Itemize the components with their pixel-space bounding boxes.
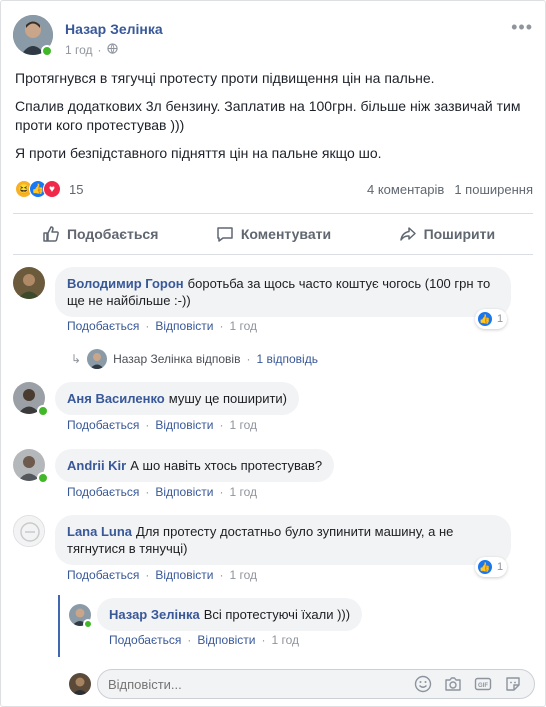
post-body: Протягнувся в тягучці протесту проти під…	[15, 69, 525, 172]
share-button-label: Поширити	[423, 226, 496, 242]
reply-thread-line	[58, 595, 60, 657]
comment-actions: Подобається · Відповісти · 1 год	[67, 485, 257, 499]
post-paragraph: Протягнувся в тягучці протесту проти під…	[15, 70, 435, 86]
reply-actions: Подобається · Відповісти · 1 год	[109, 633, 299, 647]
post-paragraph: Спалив додаткових 3л бензину. Заплатив н…	[15, 98, 521, 133]
comment-timestamp[interactable]: 1 год	[229, 319, 257, 333]
reply-like-link[interactable]: Подобається	[109, 633, 181, 647]
comment-author[interactable]: Andrii Kir	[67, 458, 126, 473]
svg-text:GIF: GIF	[478, 683, 488, 689]
reply-text: Всі протестуючі їхали )))	[203, 607, 351, 622]
shares-count-link[interactable]: 1 поширення	[454, 182, 533, 197]
comment-bubble: Andrii Kir А шо навіть хтось протестував?	[55, 449, 335, 482]
post-author-name[interactable]: Назар Зелінка	[65, 21, 163, 37]
post-header: Назар Зелінка 1 год · •••	[13, 15, 533, 61]
comment-reactions[interactable]: 👍 1	[475, 309, 508, 329]
post-timestamp[interactable]: 1 год	[65, 43, 93, 57]
comment-bubble: Lana Luna Для протесту достатньо було зуп…	[55, 515, 511, 565]
reply-author-name: Назар Зелінка	[113, 352, 193, 366]
comment-like-link[interactable]: Подобається	[67, 319, 139, 333]
comment-like-count: 1	[497, 561, 504, 573]
comment-button[interactable]: Коментувати	[186, 214, 359, 254]
comment-reply-link[interactable]: Відповісти	[155, 485, 213, 499]
comment-reactions[interactable]: 👍 1	[475, 557, 508, 577]
post-actions: Подобається Коментувати Поширити	[13, 213, 533, 255]
reply-reply-link[interactable]: Відповісти	[197, 633, 255, 647]
comment-text: мушу це поширити)	[168, 391, 287, 406]
feed-post: Назар Зелінка 1 год · ••• Протягнувся в …	[0, 0, 546, 707]
globe-icon[interactable]	[106, 43, 118, 57]
comment-like-link[interactable]: Подобається	[67, 568, 139, 582]
like-button-label: Подобається	[66, 226, 159, 242]
comment-like-link[interactable]: Подобається	[67, 418, 139, 432]
dot-separator: ·	[97, 43, 102, 57]
comment-author[interactable]: Аня Василенко	[67, 391, 165, 406]
reply-author-avatar	[87, 349, 108, 369]
like-icon: 👍	[477, 559, 493, 575]
comment-like-count: 1	[497, 313, 504, 325]
reaction-icons[interactable]: 😆 👍 ♥	[15, 180, 61, 198]
reply-verb: відповів	[195, 352, 241, 366]
emoji-icon[interactable]	[412, 673, 434, 695]
comment-timestamp[interactable]: 1 год	[229, 568, 257, 582]
reactions-count[interactable]: 15	[69, 182, 83, 197]
commenter-avatar[interactable]	[13, 267, 45, 299]
comment-reply-link[interactable]: Відповісти	[155, 568, 213, 582]
comment-bubble-icon	[217, 227, 233, 242]
more-options-icon[interactable]: •••	[511, 17, 533, 38]
reply-composer: GIF	[97, 669, 535, 699]
comment-actions: Подобається · Відповісти · 1 год	[67, 319, 257, 333]
reply-input[interactable]	[108, 676, 412, 692]
comment-bubble: Аня Василенко мушу це поширити)	[55, 382, 299, 415]
love-icon: ♥	[43, 180, 61, 198]
reply-author[interactable]: Назар Зелінка	[109, 607, 200, 622]
share-button[interactable]: Поширити	[360, 214, 533, 254]
comment-timestamp[interactable]: 1 год	[229, 418, 257, 432]
post-stats: 😆 👍 ♥ 15 4 коментарів 1 поширення	[15, 179, 533, 199]
comment-text: А шо навіть хтось протестував?	[130, 458, 323, 473]
post-meta: 1 год ·	[65, 43, 118, 57]
share-arrow-icon	[399, 227, 416, 241]
commenter-avatar[interactable]	[13, 515, 45, 547]
gif-icon[interactable]: GIF	[472, 673, 494, 695]
thumbs-up-icon	[43, 226, 59, 242]
online-indicator	[41, 45, 53, 57]
online-indicator	[37, 405, 49, 417]
comment-reply-link[interactable]: Відповісти	[155, 418, 213, 432]
comment-actions: Подобається · Відповісти · 1 год	[67, 418, 257, 432]
camera-icon[interactable]	[442, 673, 464, 695]
comment-bubble: Володимир Горон боротьба за щось часто ко…	[55, 267, 511, 317]
post-paragraph: Я проти безпідставного підняття цін на п…	[15, 145, 382, 161]
reply-arrow-icon: ↳	[71, 352, 82, 366]
comment-reply-link[interactable]: Відповісти	[155, 319, 213, 333]
comments-count-link[interactable]: 4 коментарів	[367, 182, 444, 197]
like-button[interactable]: Подобається	[13, 214, 186, 254]
view-replies-link[interactable]: ↳ Назар Зелінка відповів · 1 відповідь	[71, 349, 318, 369]
reply-timestamp[interactable]: 1 год	[271, 633, 299, 647]
online-indicator	[37, 472, 49, 484]
online-indicator	[83, 619, 93, 629]
like-icon: 👍	[477, 311, 493, 327]
comment-button-label: Коментувати	[240, 226, 332, 242]
reply-count: 1 відповідь	[256, 352, 318, 366]
comment-actions: Подобається · Відповісти · 1 год	[67, 568, 257, 582]
comment-author[interactable]: Lana Luna	[67, 524, 132, 539]
comment-author[interactable]: Володимир Горон	[67, 276, 184, 291]
comment-timestamp[interactable]: 1 год	[229, 485, 257, 499]
current-user-avatar	[69, 673, 91, 695]
comment-like-link[interactable]: Подобається	[67, 485, 139, 499]
sticker-icon[interactable]	[502, 673, 524, 695]
reply-bubble: Назар Зелінка Всі протестуючі їхали )))	[97, 598, 363, 631]
